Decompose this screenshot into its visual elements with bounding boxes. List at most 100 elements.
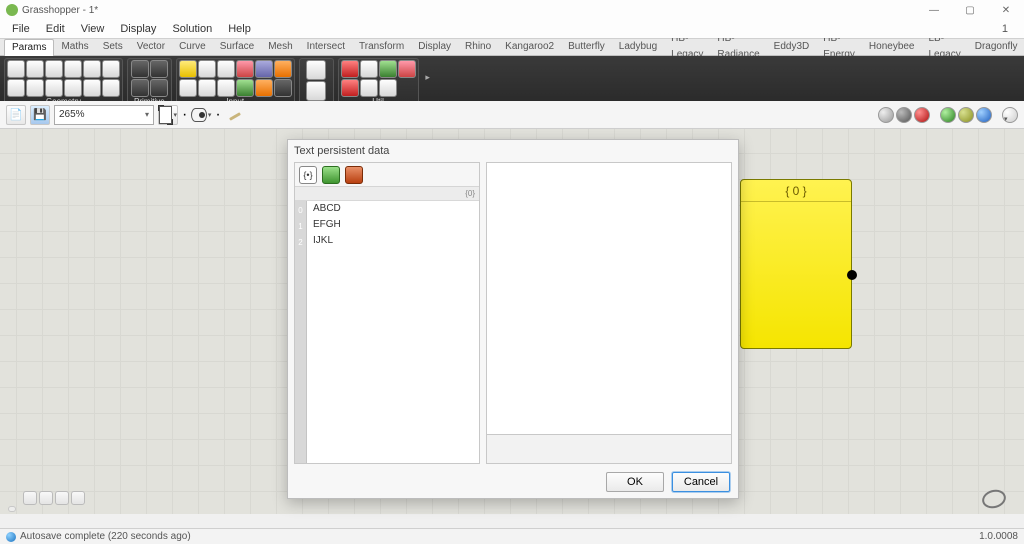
param-icon[interactable] [131, 79, 149, 97]
menu-file[interactable]: File [4, 23, 38, 35]
doc-preview-icon[interactable] [976, 107, 992, 123]
data-tree-icon[interactable] [299, 166, 317, 184]
cancel-button[interactable]: Cancel [672, 472, 730, 492]
dialog-title: Text persistent data [288, 140, 738, 162]
menu-view[interactable]: View [73, 23, 113, 35]
param-icon[interactable] [45, 79, 63, 97]
menubar: File Edit View Display Solution Help 1 [0, 20, 1024, 38]
preview-mesh-icon[interactable] [958, 107, 974, 123]
preview-shaded-icon[interactable] [914, 107, 930, 123]
list-item[interactable]: IJKL [307, 233, 479, 249]
tab-eddy3d[interactable]: Eddy3D [767, 39, 817, 55]
param-icon[interactable] [131, 60, 149, 78]
tab-kangaroo2[interactable]: Kangaroo2 [498, 39, 561, 55]
param-icon[interactable] [379, 79, 397, 97]
add-item-button[interactable] [322, 166, 340, 184]
param-icon[interactable] [26, 60, 44, 78]
param-icon[interactable] [306, 81, 326, 101]
ribbon: Geometry Primitive [0, 56, 1024, 101]
param-icon[interactable] [102, 79, 120, 97]
open-file-button[interactable]: 📄 [6, 105, 26, 125]
zoom-extents-button[interactable] [158, 105, 178, 125]
minimize-button[interactable]: — [916, 0, 952, 20]
canvas-toolbar: 📄 💾 265% · · [0, 101, 1024, 129]
close-button[interactable]: ✕ [988, 0, 1024, 20]
param-icon[interactable] [274, 60, 292, 78]
param-icon[interactable] [306, 60, 326, 80]
param-icon[interactable] [217, 79, 235, 97]
param-icon[interactable] [7, 60, 25, 78]
param-icon[interactable] [198, 79, 216, 97]
param-icon[interactable] [360, 60, 378, 78]
cherry-icon[interactable] [341, 60, 359, 78]
tab-sets[interactable]: Sets [96, 39, 130, 55]
param-icon[interactable] [274, 79, 292, 97]
dialog-text-editor[interactable] [486, 162, 732, 464]
tab-honeybee[interactable]: Honeybee [862, 39, 922, 55]
tab-transform[interactable]: Transform [352, 39, 411, 55]
param-icon[interactable] [236, 79, 254, 97]
list-item[interactable]: EFGH [307, 217, 479, 233]
param-icon[interactable] [150, 79, 168, 97]
tab-ladybug[interactable]: Ladybug [612, 39, 664, 55]
ok-button[interactable]: OK [606, 472, 664, 492]
path-header[interactable]: {0} [295, 187, 479, 201]
open-doc-count[interactable]: 1 [994, 23, 1016, 35]
param-icon[interactable] [255, 60, 273, 78]
param-icon[interactable] [236, 60, 254, 78]
tab-surface[interactable]: Surface [213, 39, 261, 55]
param-icon[interactable] [255, 79, 273, 97]
tab-butterfly[interactable]: Butterfly [561, 39, 612, 55]
param-icon[interactable] [379, 60, 397, 78]
menu-display[interactable]: Display [112, 23, 164, 35]
preview-off-icon[interactable] [878, 107, 894, 123]
flask-icon[interactable] [398, 60, 416, 78]
param-icon[interactable] [179, 79, 197, 97]
param-icon[interactable] [179, 60, 197, 78]
menu-solution[interactable]: Solution [164, 23, 220, 35]
param-icon[interactable] [360, 79, 378, 97]
list-item[interactable]: ABCD [307, 201, 479, 217]
tab-rhino[interactable]: Rhino [458, 39, 498, 55]
tab-dragonfly[interactable]: Dragonfly [968, 39, 1024, 55]
param-icon[interactable] [150, 60, 168, 78]
dialog-data-list: {0} 0 1 2 ABCD EFGH IJKL [294, 162, 480, 464]
cherry-icon[interactable] [341, 79, 359, 97]
preview-toggle[interactable] [191, 105, 211, 125]
param-icon[interactable] [7, 79, 25, 97]
tab-params[interactable]: Params [4, 39, 54, 56]
zoom-select[interactable]: 265% [54, 105, 154, 125]
param-icon[interactable] [198, 60, 216, 78]
tab-vector[interactable]: Vector [130, 39, 172, 55]
selected-preview-icon[interactable] [940, 107, 956, 123]
index-gutter: 0 1 2 [295, 201, 307, 463]
persistent-data-dialog: Text persistent data {0} 0 1 2 [287, 139, 739, 499]
sketch-button[interactable] [225, 105, 245, 125]
param-icon[interactable] [83, 79, 101, 97]
row-index: 1 [295, 219, 306, 235]
menu-help[interactable]: Help [220, 23, 259, 35]
param-icon[interactable] [217, 60, 235, 78]
tab-maths[interactable]: Maths [54, 39, 95, 55]
tab-curve[interactable]: Curve [172, 39, 213, 55]
save-file-button[interactable]: 💾 [30, 105, 50, 125]
canvas[interactable]: { 0 } Text persistent data {0} [0, 129, 1024, 514]
ribbon-overflow-button[interactable]: ▸ [423, 58, 433, 96]
param-icon[interactable] [102, 60, 120, 78]
param-icon[interactable] [26, 79, 44, 97]
param-icon[interactable] [64, 79, 82, 97]
tab-mesh[interactable]: Mesh [261, 39, 299, 55]
row-index: 0 [295, 203, 306, 219]
delete-item-button[interactable] [345, 166, 363, 184]
row-index: 2 [295, 235, 306, 251]
tab-display[interactable]: Display [411, 39, 458, 55]
tab-intersect[interactable]: Intersect [300, 39, 352, 55]
preview-settings-icon[interactable] [1002, 107, 1018, 123]
preview-wire-icon[interactable] [896, 107, 912, 123]
param-icon[interactable] [83, 60, 101, 78]
menu-edit[interactable]: Edit [38, 23, 73, 35]
data-rows: ABCD EFGH IJKL [307, 201, 479, 463]
param-icon[interactable] [64, 60, 82, 78]
maximize-button[interactable]: ▢ [952, 0, 988, 20]
param-icon[interactable] [45, 60, 63, 78]
